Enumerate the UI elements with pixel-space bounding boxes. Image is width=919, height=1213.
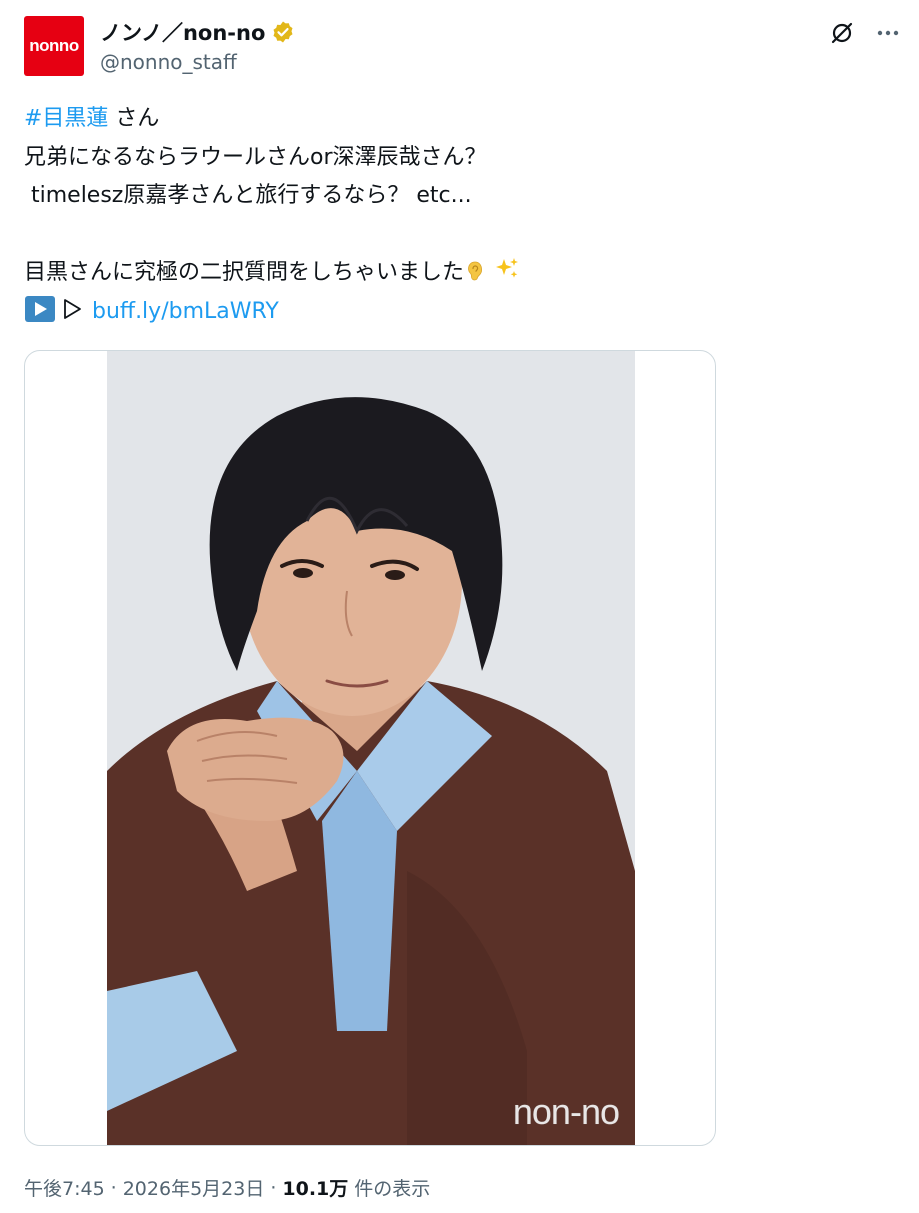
play-button-emoji-icon [24,295,56,323]
display-name[interactable]: ノンノ／non-no [100,17,265,47]
text-line-2: 兄弟になるならラウールさんor深澤辰哉さん？ [24,144,487,170]
text-line-3: timelesz原嘉孝さんと旅行するなら？ etc... [24,183,472,208]
text-line-5-body: 目黒さんに究極の二択質問をしちゃいました [24,260,465,285]
ear-emoji-icon [464,257,486,281]
name-row: ノンノ／non-no [100,16,295,48]
hashtag-link[interactable]: #目黒蓮 [24,106,108,131]
media-card[interactable]: non-no [24,350,716,1146]
meta-separator-2: · [270,1176,277,1199]
tweet: nonno ノンノ／non-no @nonno_staff #目黒蓮 さん 兄弟… [0,0,919,1213]
verified-badge-icon [271,20,295,44]
views-label: 件の表示 [354,1178,431,1200]
handle[interactable]: @nonno_staff [100,50,295,74]
media-watermark: non-no [512,1091,620,1132]
meta-separator: · [110,1176,117,1199]
text-line-4 [24,216,884,255]
sparkles-emoji-icon [494,256,519,278]
play-outline-icon [60,296,84,320]
text-line-1: #目黒蓮 さん [24,100,884,139]
user-names: ノンノ／non-no @nonno_staff [100,16,295,74]
nonno-logo: nonno [29,36,79,55]
text-line-1-rest: さん [108,106,160,131]
portrait-illustration [107,351,635,1145]
header-actions [825,16,905,50]
grok-icon[interactable] [825,16,859,50]
avatar[interactable]: nonno [24,16,84,76]
text-line-6: buff.ly/bmLaWRY [24,293,884,332]
portrait-photo[interactable]: non-no [107,351,635,1145]
post-date[interactable]: 2026年5月23日 [123,1174,265,1201]
views-count[interactable]: 10.1万 [282,1174,348,1201]
tweet-text: #目黒蓮 さん 兄弟になるならラウールさんor深澤辰哉さん？ timelesz原… [24,100,884,331]
tweet-meta: 午後7:45 · 2026年5月23日 · 10.1万 件の表示 [24,1174,430,1201]
more-icon[interactable] [871,16,905,50]
tweet-link[interactable]: buff.ly/bmLaWRY [92,299,279,324]
post-time[interactable]: 午後7:45 [24,1174,105,1201]
text-line-5: 目黒さんに究極の二択質問をしちゃいました [24,254,884,293]
